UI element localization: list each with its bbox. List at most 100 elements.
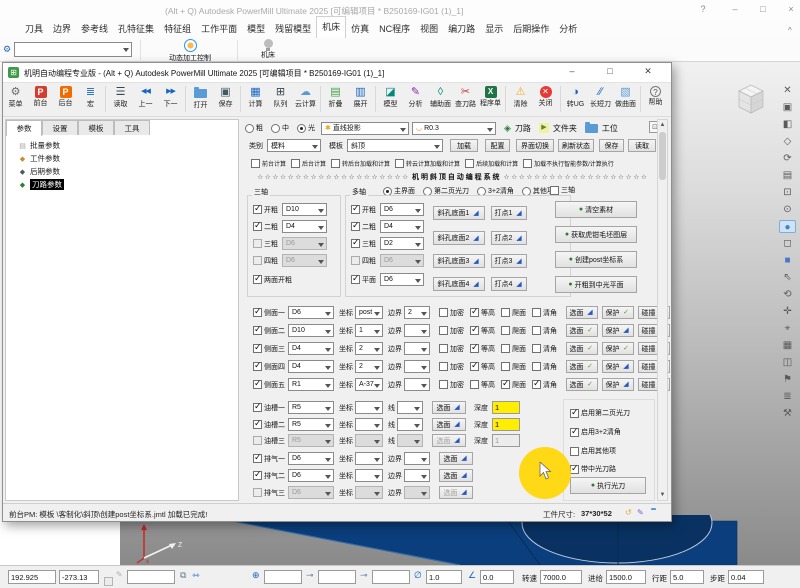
side-4-select-face-button[interactable]: 选面 [566, 360, 598, 373]
radio-rough[interactable] [245, 124, 254, 133]
angle-field[interactable]: 0.0 [480, 570, 514, 584]
zoom-window-icon[interactable]: ⊡ [779, 186, 796, 199]
cb-side-1-iso[interactable] [470, 308, 479, 317]
cb-rough-2[interactable] [253, 222, 262, 231]
m-tool-combo-3[interactable]: D2 [380, 237, 424, 250]
menu-hole-feature[interactable]: 孔特征集 [113, 19, 159, 38]
expand-button[interactable]: ▥展开 [348, 83, 373, 116]
cb-enable-3plus2[interactable] [570, 428, 579, 437]
scroll-down-icon[interactable]: ▼ [658, 490, 667, 500]
side-1-boundary-combo[interactable]: 2 [404, 306, 430, 319]
hole-face-4-button[interactable]: 斜孔底面4 [433, 277, 485, 291]
tools-icon[interactable]: ⚒ [779, 407, 796, 420]
rotate-view-icon[interactable]: ⟲ [779, 288, 796, 301]
menu-simulation[interactable]: 仿真 [346, 19, 374, 38]
execute-finish-button[interactable]: ●执行光刀 [570, 477, 646, 494]
target-field[interactable] [264, 570, 302, 584]
cb-side-1[interactable] [253, 308, 262, 317]
viewport-close-icon[interactable]: ✕ [779, 84, 796, 97]
dialog-scrollbar[interactable]: ▲ ▼ [657, 119, 668, 501]
vent-2-coord-combo[interactable] [355, 469, 383, 482]
toolpath-link[interactable]: 刀路 [515, 123, 531, 134]
scrollbar-thumb[interactable] [659, 132, 666, 180]
side-3-boundary-combo[interactable] [404, 342, 430, 355]
model-button[interactable]: ◪模型 [378, 83, 403, 116]
hole-face-1-button[interactable]: 斜孔底面1 [433, 206, 485, 220]
hole-point-2-button[interactable]: 打点2 [491, 231, 527, 245]
hole-point-3-button[interactable]: 打点3 [491, 254, 527, 268]
previous-button[interactable]: ◀◀上一 [133, 83, 158, 116]
cb-side-4-iso[interactable] [470, 362, 479, 371]
close-button[interactable]: × [778, 4, 800, 14]
menu-edit-toolpath[interactable]: 编刀路 [443, 19, 480, 38]
groove-2-depth-field[interactable]: 1 [492, 418, 520, 431]
vent-3-coord-combo[interactable] [355, 486, 383, 499]
view-iso-icon[interactable]: ◇ [779, 135, 796, 148]
stepdown-field[interactable]: 0.04 [728, 570, 764, 584]
tree-item-toolpath-params[interactable]: ◆刀路参数 [6, 178, 238, 191]
read-template-button[interactable]: 读取 [628, 139, 656, 152]
analyze-button[interactable]: ✎分析 [403, 83, 428, 116]
side-2-select-face-button[interactable]: 选面 [566, 324, 598, 337]
probe-field-2[interactable] [372, 570, 410, 584]
pan-view-icon[interactable]: ✛ [779, 305, 796, 318]
menu-machine-tool[interactable]: 机床 [316, 16, 346, 38]
aux-surface-button[interactable]: ◊辅助面 [428, 83, 453, 116]
cb-side-5-dense[interactable] [439, 380, 448, 389]
model-3d[interactable] [120, 515, 800, 565]
free-entry-field[interactable] [127, 570, 175, 584]
load-button[interactable]: 加载 [450, 139, 478, 152]
cb-background-calc[interactable] [291, 159, 300, 168]
foreground-button[interactable]: P前台 [28, 83, 53, 116]
clipboard-icon[interactable]: ⧉ [180, 570, 186, 581]
menu-feature-group[interactable]: 特征组 [159, 19, 196, 38]
side-5-protect-button[interactable]: 保护 [602, 378, 634, 391]
groove-2-tool-combo[interactable]: R5 [288, 418, 334, 431]
cb-mid-finish-toolpath[interactable] [570, 465, 579, 474]
vent-2-select-face-button[interactable]: 选面 [439, 469, 473, 482]
side-4-tool-combo[interactable]: D4 [288, 360, 334, 373]
tab-settings[interactable]: 设置 [42, 120, 78, 135]
cb-foreground-calc[interactable] [251, 159, 260, 168]
select-arrow-icon[interactable]: ⇖ [779, 271, 796, 284]
hole-point-4-button[interactable]: 打点4 [491, 277, 527, 291]
page-view-icon[interactable]: ▤ [779, 169, 796, 182]
side-1-protect-button[interactable]: 保护 [602, 306, 634, 319]
side-1-tool-combo[interactable]: D6 [288, 306, 334, 319]
cb-side-3[interactable] [253, 344, 262, 353]
view-cube[interactable] [730, 80, 772, 122]
cb-m-plane[interactable] [351, 275, 360, 284]
measure-icon[interactable]: ⌖ [779, 322, 796, 335]
dialog-minimize-button[interactable]: – [559, 66, 585, 76]
dialog-close-button[interactable]: ✕ [635, 66, 661, 77]
tree-item-post-params[interactable]: ◆后期参数 [6, 165, 238, 178]
cb-groove-2[interactable] [253, 420, 262, 429]
clear-stock-button[interactable]: ●清空素材 [555, 201, 637, 218]
target-icon[interactable]: ⊕ [252, 570, 260, 581]
section-view-icon[interactable]: ◫ [779, 356, 796, 369]
machine-tool-button[interactable]: 机床 [245, 39, 291, 60]
cb-groove-1[interactable] [253, 403, 262, 412]
config-button[interactable]: 配置 [485, 139, 510, 152]
menu-post-process[interactable]: 后期操作 [508, 19, 554, 38]
switch-ui-button[interactable]: 界面切换 [516, 139, 554, 152]
cb-side-5[interactable] [253, 380, 262, 389]
diameter-field[interactable]: 1.0 [426, 570, 462, 584]
menu-stock-model[interactable]: 残留模型 [270, 19, 316, 38]
side-2-boundary-combo[interactable] [404, 324, 430, 337]
groove-1-line-combo[interactable] [397, 401, 423, 414]
hole-face-3-button[interactable]: 斜孔底面3 [433, 254, 485, 268]
groove-2-line-combo[interactable] [397, 418, 423, 431]
cloud-compute-button[interactable]: ☁云计算 [293, 83, 318, 116]
finish-tool-combo[interactable]: ◡ R0.3 [412, 122, 496, 135]
background-button[interactable]: P后台 [53, 83, 78, 116]
side-1-coord-combo[interactable]: post [355, 306, 383, 319]
tab-template[interactable]: 模板 [78, 120, 114, 135]
cb-vent-3[interactable] [253, 488, 262, 497]
side-3-select-face-button[interactable]: 选面 [566, 342, 598, 355]
stepover-field[interactable]: 5.0 [670, 570, 704, 584]
check-toolpath-button[interactable]: ✂查刀路 [453, 83, 478, 116]
cb-three-axis-mode[interactable] [550, 186, 559, 195]
cb-subsequent[interactable] [465, 159, 474, 168]
ruler-icon[interactable]: ⇿ [192, 570, 200, 581]
